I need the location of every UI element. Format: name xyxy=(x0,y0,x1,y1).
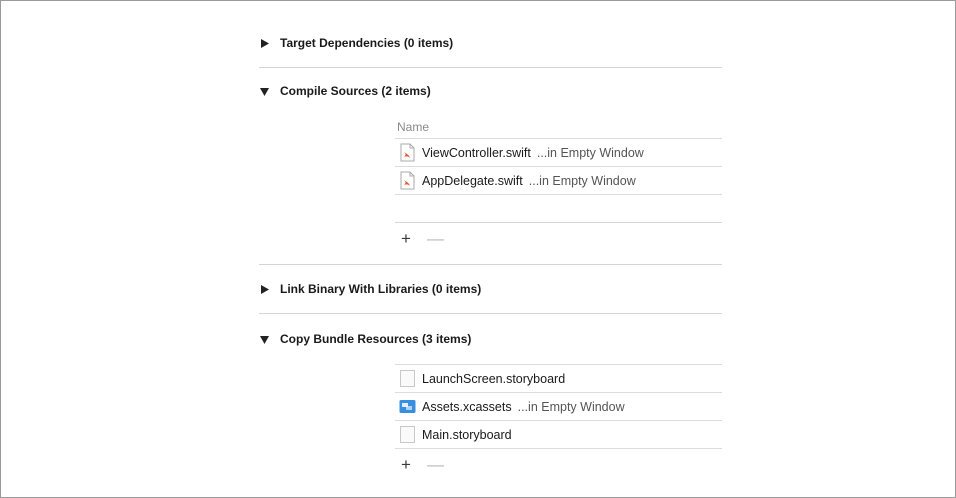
table-row[interactable]: LaunchScreen.storyboard xyxy=(395,365,722,393)
remove-button[interactable]: — xyxy=(427,230,444,247)
phase-title: Target Dependencies (0 items) xyxy=(280,36,454,50)
swift-file-icon xyxy=(400,143,415,162)
empty-area xyxy=(395,195,722,222)
table-row[interactable]: Main.storyboard xyxy=(395,421,722,449)
disclosure-collapsed-icon[interactable] xyxy=(260,38,269,48)
table-footer: + — xyxy=(395,449,722,479)
phase-target-dependencies[interactable]: Target Dependencies (0 items) xyxy=(260,33,453,53)
storyboard-file-icon xyxy=(400,370,415,387)
add-button[interactable]: + xyxy=(401,456,415,473)
remove-button[interactable]: — xyxy=(427,456,444,473)
storyboard-file-icon xyxy=(400,426,415,443)
file-location: ...in Empty Window xyxy=(528,173,636,188)
column-header-name[interactable]: Name xyxy=(395,117,722,139)
swift-file-icon xyxy=(400,171,415,190)
file-name: AppDelegate.swift xyxy=(422,173,523,188)
build-phases-pane: Target Dependencies (0 items) Compile So… xyxy=(0,0,956,498)
disclosure-collapsed-icon[interactable] xyxy=(260,284,269,294)
file-location: ...in Empty Window xyxy=(517,399,625,414)
file-name: Assets.xcassets xyxy=(422,399,512,414)
table-row[interactable]: Assets.xcassets ...in Empty Window xyxy=(395,393,722,421)
phase-title: Copy Bundle Resources (3 items) xyxy=(280,332,472,346)
file-name: Main.storyboard xyxy=(422,427,512,442)
compile-sources-table: Name ViewController.swift ...in Empty Wi… xyxy=(395,117,722,253)
phase-title: Link Binary With Libraries (0 items) xyxy=(280,282,482,296)
file-name: ViewController.swift xyxy=(422,145,531,160)
table-footer: + — xyxy=(395,222,722,253)
file-name: LaunchScreen.storyboard xyxy=(422,371,566,386)
phase-title: Compile Sources (2 items) xyxy=(280,84,431,98)
asset-catalog-icon xyxy=(399,400,416,413)
file-location: ...in Empty Window xyxy=(536,145,644,160)
add-button[interactable]: + xyxy=(401,230,415,247)
phase-compile-sources[interactable]: Compile Sources (2 items) xyxy=(260,81,431,101)
phase-copy-bundle-resources[interactable]: Copy Bundle Resources (3 items) xyxy=(260,329,471,349)
divider xyxy=(259,313,722,314)
table-row[interactable]: AppDelegate.swift ...in Empty Window xyxy=(395,167,722,195)
disclosure-expanded-icon[interactable] xyxy=(260,335,269,344)
divider xyxy=(259,264,722,265)
copy-resources-table: LaunchScreen.storyboard Assets.xcassets … xyxy=(395,364,722,479)
table-row[interactable]: ViewController.swift ...in Empty Window xyxy=(395,139,722,167)
divider xyxy=(259,67,722,68)
disclosure-expanded-icon[interactable] xyxy=(260,87,269,96)
phase-link-binary[interactable]: Link Binary With Libraries (0 items) xyxy=(260,279,481,299)
